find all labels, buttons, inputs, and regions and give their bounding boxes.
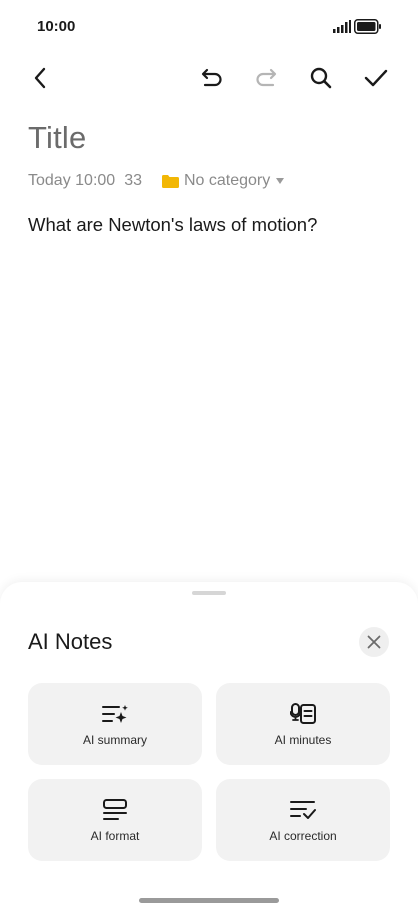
chevron-left-icon [34, 67, 46, 89]
note-toolbar [0, 56, 418, 100]
tile-label: AI minutes [274, 733, 332, 747]
ai-minutes-button[interactable]: AI minutes [216, 683, 390, 765]
redo-button[interactable] [250, 62, 282, 94]
confirm-button[interactable] [360, 62, 392, 94]
ai-format-button[interactable]: AI format [28, 779, 202, 861]
tile-label: AI summary [82, 733, 147, 747]
status-bar: 10:00 [0, 0, 418, 56]
close-icon [367, 635, 381, 649]
ai-summary-button[interactable]: AI summary [28, 683, 202, 765]
undo-button[interactable] [196, 62, 228, 94]
back-button[interactable] [24, 62, 56, 94]
search-icon [310, 67, 332, 89]
category-label: No category [183, 172, 271, 189]
ai-notes-sheet: AI Notes AI summary AI minutes AI format [0, 582, 418, 914]
home-indicator[interactable] [139, 898, 279, 903]
sheet-drag-handle[interactable] [192, 591, 226, 595]
note-title-input[interactable]: Title [28, 120, 86, 156]
ai-summary-icon [102, 705, 128, 723]
note-date: Today 10:00 [28, 172, 116, 189]
caret-down-icon [276, 178, 285, 184]
char-count: 33 [124, 172, 142, 189]
close-sheet-button[interactable] [359, 627, 389, 657]
status-time: 10:00 [37, 18, 76, 35]
battery-icon [354, 19, 381, 34]
signal-icon [333, 20, 351, 33]
redo-icon [256, 68, 277, 87]
sheet-title: AI Notes [28, 629, 113, 654]
search-button[interactable] [305, 62, 337, 94]
tile-label: AI format [90, 829, 140, 843]
ai-format-icon [103, 799, 127, 820]
note-body-text[interactable]: What are Newton's laws of motion? [28, 214, 317, 236]
note-meta: Today 10:00 33 No category [28, 171, 285, 191]
ai-minutes-icon [290, 703, 316, 724]
tile-label: AI correction [269, 829, 337, 843]
ai-correction-button[interactable]: AI correction [216, 779, 390, 861]
check-icon [364, 69, 388, 87]
folder-icon [161, 174, 179, 188]
category-selector[interactable]: No category [161, 172, 285, 190]
undo-icon [201, 68, 222, 87]
ai-correction-icon [290, 801, 316, 819]
